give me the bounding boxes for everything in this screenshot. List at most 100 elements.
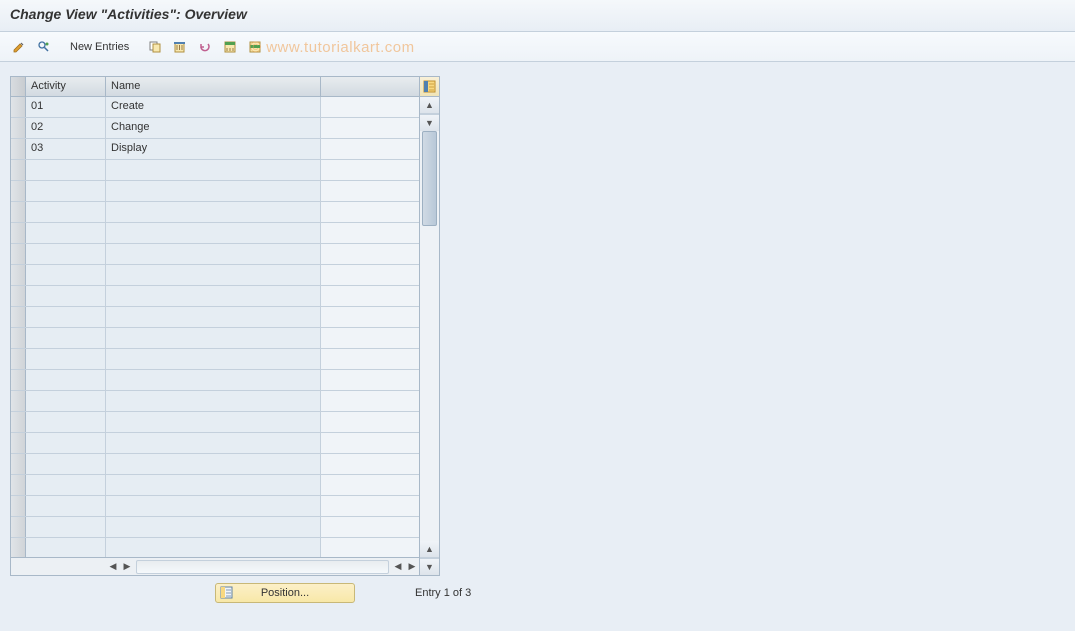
other-view-icon[interactable]	[33, 37, 55, 57]
select-block-icon[interactable]	[244, 37, 266, 57]
table-row[interactable]	[11, 496, 419, 517]
table-row[interactable]: 02Change	[11, 118, 419, 139]
row-indicator[interactable]	[11, 265, 26, 285]
cell-activity[interactable]	[26, 517, 106, 537]
hscroll-left-icon[interactable]: ▶	[120, 560, 134, 574]
cell-activity[interactable]	[26, 538, 106, 557]
vscroll-down-icon[interactable]: ▼	[420, 558, 439, 575]
cell-activity[interactable]	[26, 181, 106, 201]
row-indicator[interactable]	[11, 475, 26, 495]
row-indicator[interactable]	[11, 454, 26, 474]
cell-name[interactable]	[106, 286, 321, 306]
table-row[interactable]	[11, 517, 419, 538]
cell-name[interactable]	[106, 538, 321, 557]
vscroll-step-down-icon[interactable]: ▼	[420, 114, 439, 131]
cell-activity[interactable]	[26, 328, 106, 348]
cell-activity[interactable]	[26, 223, 106, 243]
vscroll-step-up-icon[interactable]: ▲	[420, 541, 439, 558]
cell-activity[interactable]	[26, 307, 106, 327]
row-indicator[interactable]	[11, 118, 26, 138]
row-indicator[interactable]	[11, 433, 26, 453]
vscroll-track[interactable]	[420, 131, 439, 541]
cell-name[interactable]: Change	[106, 118, 321, 138]
table-settings-icon[interactable]	[420, 77, 439, 97]
table-row[interactable]	[11, 475, 419, 496]
cell-activity[interactable]	[26, 391, 106, 411]
row-indicator[interactable]	[11, 391, 26, 411]
cell-name[interactable]	[106, 496, 321, 516]
cell-activity[interactable]	[26, 286, 106, 306]
table-row[interactable]	[11, 538, 419, 557]
table-row[interactable]	[11, 349, 419, 370]
table-row[interactable]	[11, 223, 419, 244]
column-header-activity[interactable]: Activity	[26, 77, 106, 96]
cell-activity[interactable]	[26, 244, 106, 264]
header-indicator[interactable]	[11, 77, 26, 96]
cell-activity[interactable]	[26, 370, 106, 390]
cell-activity[interactable]	[26, 496, 106, 516]
cell-name[interactable]	[106, 517, 321, 537]
undo-change-icon[interactable]	[194, 37, 216, 57]
cell-activity[interactable]	[26, 160, 106, 180]
row-indicator[interactable]	[11, 202, 26, 222]
row-indicator[interactable]	[11, 349, 26, 369]
cell-activity[interactable]	[26, 454, 106, 474]
hscroll-track[interactable]	[136, 560, 389, 574]
table-row[interactable]	[11, 244, 419, 265]
column-header-name[interactable]: Name	[106, 77, 321, 96]
delete-icon[interactable]	[169, 37, 191, 57]
cell-name[interactable]	[106, 307, 321, 327]
table-row[interactable]	[11, 286, 419, 307]
row-indicator[interactable]	[11, 328, 26, 348]
table-row[interactable]	[11, 181, 419, 202]
toggle-display-change-icon[interactable]	[8, 37, 30, 57]
cell-name[interactable]	[106, 265, 321, 285]
cell-activity[interactable]	[26, 475, 106, 495]
cell-name[interactable]	[106, 433, 321, 453]
row-indicator[interactable]	[11, 97, 26, 117]
row-indicator[interactable]	[11, 517, 26, 537]
cell-name[interactable]	[106, 160, 321, 180]
table-row[interactable]	[11, 391, 419, 412]
cell-activity[interactable]	[26, 433, 106, 453]
table-row[interactable]	[11, 454, 419, 475]
cell-name[interactable]	[106, 223, 321, 243]
vscroll-up-icon[interactable]: ▲	[420, 97, 439, 114]
cell-name[interactable]	[106, 181, 321, 201]
row-indicator[interactable]	[11, 160, 26, 180]
copy-as-icon[interactable]	[144, 37, 166, 57]
table-row[interactable]	[11, 370, 419, 391]
table-row[interactable]: 03Display	[11, 139, 419, 160]
table-row[interactable]	[11, 433, 419, 454]
cell-activity[interactable]	[26, 349, 106, 369]
hscroll-right-icon[interactable]: ◀	[391, 560, 405, 574]
cell-name[interactable]	[106, 412, 321, 432]
cell-name[interactable]	[106, 349, 321, 369]
row-indicator[interactable]	[11, 181, 26, 201]
row-indicator[interactable]	[11, 370, 26, 390]
row-indicator[interactable]	[11, 412, 26, 432]
cell-name[interactable]: Create	[106, 97, 321, 117]
cell-name[interactable]	[106, 370, 321, 390]
row-indicator[interactable]	[11, 307, 26, 327]
cell-activity[interactable]: 01	[26, 97, 106, 117]
cell-name[interactable]	[106, 202, 321, 222]
table-row[interactable]	[11, 160, 419, 181]
cell-name[interactable]	[106, 475, 321, 495]
table-row[interactable]: 01Create	[11, 97, 419, 118]
select-all-icon[interactable]	[219, 37, 241, 57]
cell-activity[interactable]	[26, 265, 106, 285]
row-indicator[interactable]	[11, 286, 26, 306]
cell-name[interactable]	[106, 328, 321, 348]
table-row[interactable]	[11, 328, 419, 349]
row-indicator[interactable]	[11, 244, 26, 264]
cell-name[interactable]: Display	[106, 139, 321, 159]
cell-activity[interactable]	[26, 202, 106, 222]
new-entries-button[interactable]: New Entries	[62, 39, 137, 55]
position-button[interactable]: Position...	[215, 583, 355, 603]
cell-activity[interactable]: 03	[26, 139, 106, 159]
cell-name[interactable]	[106, 454, 321, 474]
table-row[interactable]	[11, 202, 419, 223]
table-row[interactable]	[11, 307, 419, 328]
cell-activity[interactable]	[26, 412, 106, 432]
